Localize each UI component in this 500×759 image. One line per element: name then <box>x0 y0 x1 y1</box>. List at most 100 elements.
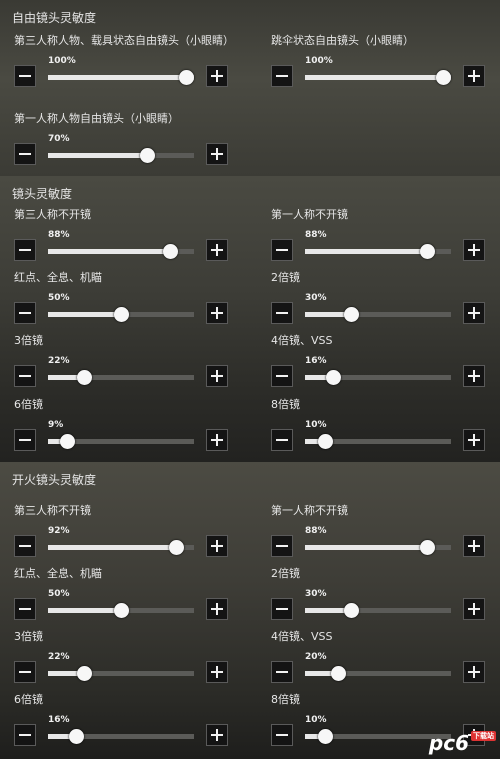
sensitivity-slider[interactable]: 30% <box>305 293 451 324</box>
increase-button[interactable] <box>463 661 485 683</box>
setting-label: 2倍镜 <box>271 271 300 284</box>
slider-handle[interactable] <box>344 603 359 618</box>
slider-fill <box>48 671 80 676</box>
decrease-button[interactable] <box>14 302 36 324</box>
slider-fill <box>305 545 433 550</box>
slider-handle[interactable] <box>69 729 84 744</box>
slider-handle[interactable] <box>77 370 92 385</box>
sensitivity-slider[interactable]: 70% <box>48 134 194 165</box>
decrease-button[interactable] <box>271 535 293 557</box>
decrease-button[interactable] <box>14 724 36 746</box>
increase-button[interactable] <box>463 535 485 557</box>
slider-value: 22% <box>48 356 70 366</box>
increase-button[interactable] <box>463 365 485 387</box>
sensitivity-slider[interactable]: 16% <box>305 356 451 387</box>
sensitivity-slider[interactable]: 22% <box>48 356 194 387</box>
increase-button[interactable] <box>463 598 485 620</box>
slider-fill <box>305 608 349 613</box>
minus-icon <box>19 608 31 610</box>
sensitivity-slider[interactable]: 100% <box>48 56 194 87</box>
decrease-button[interactable] <box>271 724 293 746</box>
minus-icon <box>19 545 31 547</box>
setting-label: 红点、全息、机瞄 <box>14 271 102 284</box>
setting-label: 第三人称人物、载具状态自由镜头（小眼睛） <box>14 34 234 47</box>
increase-button[interactable] <box>463 302 485 324</box>
setting-label: 4倍镜、VSS <box>271 334 333 347</box>
decrease-button[interactable] <box>14 661 36 683</box>
slider-handle[interactable] <box>344 307 359 322</box>
slider-handle[interactable] <box>114 307 129 322</box>
setting-label: 第一人称不开镜 <box>271 504 348 517</box>
plus-icon-vertical <box>216 307 218 319</box>
slider-handle[interactable] <box>77 666 92 681</box>
sensitivity-slider[interactable]: 50% <box>48 293 194 324</box>
increase-button[interactable] <box>463 239 485 261</box>
minus-icon <box>276 608 288 610</box>
decrease-button[interactable] <box>14 365 36 387</box>
increase-button[interactable] <box>463 65 485 87</box>
slider-handle[interactable] <box>169 540 184 555</box>
slider-value: 100% <box>48 56 76 66</box>
slider-handle[interactable] <box>420 540 435 555</box>
increase-button[interactable] <box>206 661 228 683</box>
slider-handle[interactable] <box>436 70 451 85</box>
slider-value: 10% <box>305 420 327 430</box>
increase-button[interactable] <box>206 65 228 87</box>
slider-handle[interactable] <box>179 70 194 85</box>
slider-handle[interactable] <box>331 666 346 681</box>
slider-handle[interactable] <box>318 729 333 744</box>
sensitivity-slider[interactable]: 22% <box>48 652 194 683</box>
increase-button[interactable] <box>463 429 485 451</box>
increase-button[interactable] <box>206 239 228 261</box>
sensitivity-slider[interactable]: 16% <box>48 715 194 746</box>
decrease-button[interactable] <box>271 302 293 324</box>
decrease-button[interactable] <box>14 598 36 620</box>
slider-value: 70% <box>48 134 70 144</box>
decrease-button[interactable] <box>14 143 36 165</box>
minus-icon <box>19 439 31 441</box>
sensitivity-slider[interactable]: 88% <box>305 526 451 557</box>
plus-icon-vertical <box>216 434 218 446</box>
increase-button[interactable] <box>206 302 228 324</box>
slider-fill <box>305 249 433 254</box>
sensitivity-slider[interactable]: 92% <box>48 526 194 557</box>
setting-label: 8倍镜 <box>271 398 300 411</box>
sensitivity-slider[interactable]: 10% <box>305 420 451 451</box>
minus-icon <box>19 671 31 673</box>
decrease-button[interactable] <box>14 429 36 451</box>
increase-button[interactable] <box>206 598 228 620</box>
decrease-button[interactable] <box>271 365 293 387</box>
decrease-button[interactable] <box>14 65 36 87</box>
sensitivity-slider[interactable]: 88% <box>48 230 194 261</box>
slider-handle[interactable] <box>318 434 333 449</box>
increase-button[interactable] <box>206 143 228 165</box>
decrease-button[interactable] <box>14 239 36 261</box>
sensitivity-slider[interactable]: 9% <box>48 420 194 451</box>
sensitivity-slider[interactable]: 100% <box>305 56 451 87</box>
decrease-button[interactable] <box>271 239 293 261</box>
decrease-button[interactable] <box>271 65 293 87</box>
decrease-button[interactable] <box>271 661 293 683</box>
sensitivity-slider[interactable]: 88% <box>305 230 451 261</box>
decrease-button[interactable] <box>14 535 36 557</box>
increase-button[interactable] <box>206 429 228 451</box>
sensitivity-slider[interactable]: 20% <box>305 652 451 683</box>
decrease-button[interactable] <box>271 598 293 620</box>
increase-button[interactable] <box>206 365 228 387</box>
increase-button[interactable] <box>206 535 228 557</box>
slider-fill <box>48 312 121 317</box>
setting-label: 6倍镜 <box>14 693 43 706</box>
sensitivity-slider[interactable]: 50% <box>48 589 194 620</box>
decrease-button[interactable] <box>271 429 293 451</box>
slider-handle[interactable] <box>326 370 341 385</box>
slider-handle[interactable] <box>140 148 155 163</box>
watermark-sub: 下载站 <box>471 731 496 741</box>
slider-handle[interactable] <box>114 603 129 618</box>
slider-handle[interactable] <box>163 244 178 259</box>
slider-handle[interactable] <box>60 434 75 449</box>
slider-value: 88% <box>305 526 327 536</box>
sensitivity-slider[interactable]: 30% <box>305 589 451 620</box>
slider-handle[interactable] <box>420 244 435 259</box>
increase-button[interactable] <box>206 724 228 746</box>
slider-value: 30% <box>305 293 327 303</box>
